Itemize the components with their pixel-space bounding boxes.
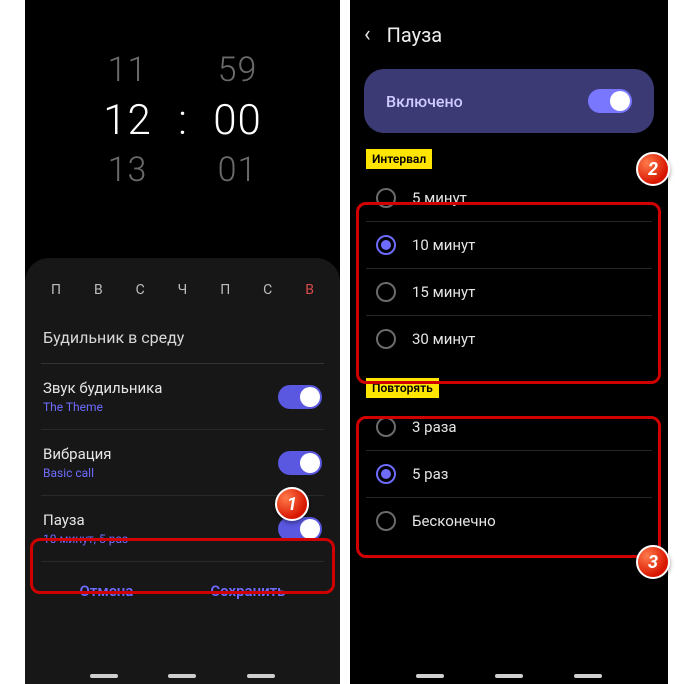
option-snooze-sub: 10 минут, 5 раз (43, 532, 128, 546)
option-vibration[interactable]: Вибрация Basic call (41, 430, 324, 496)
minute-prev: 59 (210, 46, 266, 95)
day-fri[interactable]: П (220, 282, 230, 298)
enabled-toggle[interactable] (588, 89, 632, 113)
radio-icon (376, 511, 396, 531)
repeat-5[interactable]: 5 раз (366, 451, 652, 498)
repeat-infinite[interactable]: Бесконечно (366, 498, 652, 544)
day-tue[interactable]: В (94, 282, 103, 298)
save-button[interactable]: Сохранить (210, 582, 285, 600)
time-colon: : (176, 91, 190, 152)
option-sound[interactable]: Звук будильника The Theme (41, 364, 324, 430)
day-wed[interactable]: С (136, 282, 145, 298)
radio-icon (376, 235, 396, 255)
option-vibration-sub: Basic call (43, 466, 112, 480)
time-picker[interactable]: 11 59 12:00 13 01 (25, 0, 340, 196)
interval-5min[interactable]: 5 минут (366, 175, 652, 222)
button-bar: Отмена Сохранить (41, 562, 324, 608)
sound-toggle[interactable] (278, 385, 322, 409)
day-thu[interactable]: Ч (178, 282, 188, 298)
interval-group: 5 минут 10 минут 15 минут 30 минут (362, 171, 656, 366)
cancel-button[interactable]: Отмена (79, 582, 133, 600)
day-mon[interactable]: П (51, 282, 61, 298)
option-vibration-title: Вибрация (43, 445, 112, 463)
option-snooze-title: Пауза (43, 511, 128, 529)
nav-bar[interactable] (350, 674, 668, 678)
alarm-name-field[interactable]: Будильник в среду (41, 316, 324, 364)
section-repeat-label: Повторять (366, 378, 439, 398)
option-sound-title: Звук будильника (43, 379, 162, 397)
interval-30min[interactable]: 30 минут (366, 316, 652, 362)
minute-next: 01 (210, 146, 266, 195)
enabled-label: Включено (386, 92, 463, 111)
radio-icon (376, 464, 396, 484)
hour-next: 13 (100, 146, 156, 195)
nav-bar[interactable] (25, 674, 340, 678)
hour-selected[interactable]: 12 (100, 91, 156, 152)
snooze-settings-screen: ‹ Пауза Включено Интервал 5 минут 10 мин… (350, 0, 668, 684)
hour-prev: 11 (100, 46, 156, 95)
page-title: Пауза (387, 23, 443, 47)
callout-badge-1: 1 (275, 487, 309, 521)
option-sound-sub: The Theme (43, 400, 162, 414)
repeat-group: 3 раза 5 раз Бесконечно (362, 400, 656, 548)
minute-selected[interactable]: 00 (210, 91, 266, 152)
alarm-edit-screen: 11 59 12:00 13 01 П В С Ч П С В Будильник … (25, 0, 340, 684)
interval-15min[interactable]: 15 минут (366, 269, 652, 316)
callout-badge-2: 2 (636, 152, 670, 186)
callout-badge-3: 3 (636, 545, 670, 579)
snooze-toggle[interactable] (278, 517, 322, 541)
radio-icon (376, 417, 396, 437)
radio-icon (376, 282, 396, 302)
section-interval-label: Интервал (366, 149, 432, 169)
alarm-card: П В С Ч П С В Будильник в среду Звук буд… (25, 258, 340, 684)
back-icon[interactable]: ‹ (364, 22, 371, 47)
day-sat[interactable]: С (263, 282, 272, 298)
radio-icon (376, 329, 396, 349)
weekday-row[interactable]: П В С Ч П С В (41, 258, 324, 316)
day-sun[interactable]: В (305, 282, 314, 298)
repeat-3[interactable]: 3 раза (366, 404, 652, 451)
header: ‹ Пауза (350, 0, 668, 63)
stage: 1159 12:00 1301 П В С Ч П С В Будильник … (0, 0, 690, 684)
enabled-card[interactable]: Включено (364, 69, 654, 133)
radio-icon (376, 188, 396, 208)
vibration-toggle[interactable] (278, 451, 322, 475)
interval-10min[interactable]: 10 минут (366, 222, 652, 269)
